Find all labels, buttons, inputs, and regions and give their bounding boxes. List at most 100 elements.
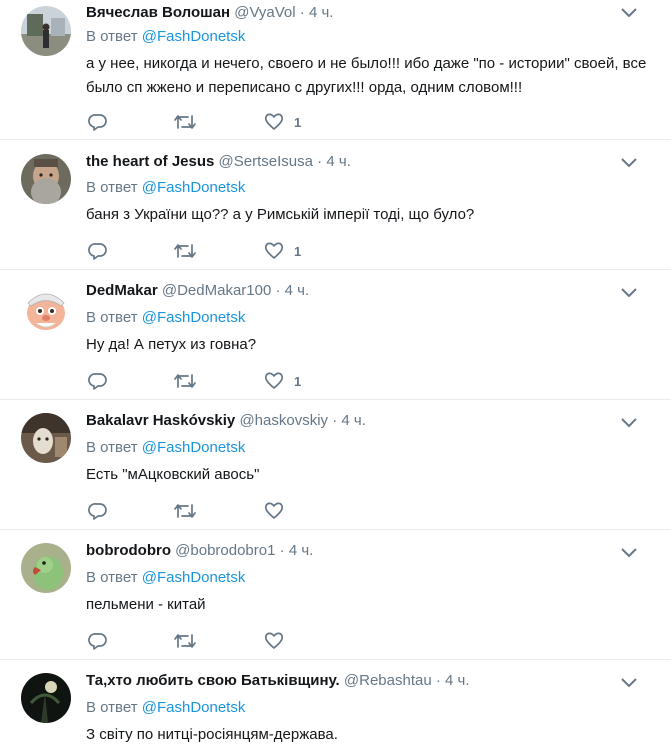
retweet-icon: [174, 631, 196, 651]
reply-icon: [88, 241, 108, 261]
reply-button[interactable]: [88, 500, 108, 522]
like-count: 1: [294, 114, 302, 130]
chevron-down-icon[interactable]: [620, 546, 638, 560]
tweet-actions: 1: [86, 370, 346, 392]
chevron-down-icon[interactable]: [620, 6, 638, 20]
author-handle[interactable]: @haskovskiy: [239, 412, 328, 429]
chevron-down-icon[interactable]: [620, 676, 638, 690]
tweet[interactable]: Вячеслав Волошан @VyaVol · 4 ч. В ответ …: [0, 0, 671, 140]
tweet[interactable]: DedMakar @DedMakar100 · 4 ч. В ответ @Fa…: [0, 270, 671, 400]
reply-context: В ответ @FashDonetsk: [86, 698, 245, 718]
like-button[interactable]: 1: [264, 111, 301, 133]
retweet-button[interactable]: [174, 240, 196, 262]
heart-icon: [264, 501, 284, 521]
avatar[interactable]: [21, 543, 71, 593]
like-count: 1: [294, 373, 302, 389]
author-name[interactable]: Вячеслав Волошан: [86, 4, 230, 21]
avatar[interactable]: [21, 6, 71, 56]
retweet-button[interactable]: [174, 111, 196, 133]
author-name[interactable]: Та,хто любить свою Батьківщину.: [86, 672, 340, 689]
retweet-icon: [174, 501, 196, 521]
author-handle[interactable]: @DedMakar100: [162, 282, 271, 299]
author-handle[interactable]: @SertseIsusa: [219, 153, 313, 170]
reply-prefix: В ответ: [86, 28, 138, 45]
reply-icon: [88, 631, 108, 651]
reply-mention[interactable]: @FashDonetsk: [142, 28, 246, 45]
chevron-down-icon[interactable]: [620, 286, 638, 300]
tweet[interactable]: the heart of Jesus @SertseIsusa · 4 ч. В…: [0, 140, 671, 270]
reply-button[interactable]: [88, 240, 108, 262]
author-handle[interactable]: @VyaVol: [234, 4, 295, 21]
reply-mention[interactable]: @FashDonetsk: [142, 569, 246, 586]
retweet-icon: [174, 112, 196, 132]
tweet-text: пельмени - китай: [86, 596, 206, 613]
tweet-actions: [86, 500, 346, 522]
reply-button[interactable]: [88, 630, 108, 652]
tweet[interactable]: Bakalavr Haskóvskiy @haskovskiy · 4 ч. В…: [0, 400, 671, 530]
heart-icon: [264, 371, 284, 391]
tweet-text: баня з України що?? а у Римській імперії…: [86, 206, 475, 223]
reply-mention[interactable]: @FashDonetsk: [142, 179, 246, 196]
timestamp[interactable]: 4 ч.: [309, 4, 334, 21]
separator-dot: ·: [275, 282, 281, 299]
avatar[interactable]: [21, 413, 71, 463]
separator-dot: ·: [317, 153, 323, 170]
tweet-actions: [86, 630, 346, 652]
reply-button[interactable]: [88, 370, 108, 392]
chevron-down-icon[interactable]: [620, 416, 638, 430]
retweet-button[interactable]: [174, 370, 196, 392]
tweet-actions: 1: [86, 240, 346, 262]
like-button[interactable]: [264, 630, 294, 652]
heart-icon: [264, 241, 284, 261]
author-handle[interactable]: @bobrodobro1: [175, 542, 275, 559]
reply-icon: [88, 501, 108, 521]
avatar[interactable]: [21, 673, 71, 723]
retweet-icon: [174, 371, 196, 391]
separator-dot: ·: [435, 672, 441, 689]
avatar[interactable]: [21, 154, 71, 204]
reply-prefix: В ответ: [86, 309, 138, 326]
author-handle[interactable]: @Rebashtau: [344, 672, 432, 689]
reply-mention[interactable]: @FashDonetsk: [142, 309, 246, 326]
tweet-text: а у нее, никогда и нечего, своего и не б…: [86, 55, 647, 96]
timestamp[interactable]: 4 ч.: [326, 153, 351, 170]
tweet[interactable]: bobrodobro @bobrodobro1 · 4 ч. В ответ @…: [0, 530, 671, 660]
retweet-button[interactable]: [174, 630, 196, 652]
reply-mention[interactable]: @FashDonetsk: [142, 699, 246, 716]
reply-icon: [88, 371, 108, 391]
reply-context: В ответ @FashDonetsk: [86, 568, 245, 588]
tweet[interactable]: Та,хто любить свою Батьківщину. @Rebasht…: [0, 660, 671, 754]
retweet-icon: [174, 241, 196, 261]
tweet-text: Есть "мАцковский авось": [86, 466, 260, 483]
heart-icon: [264, 631, 284, 651]
timestamp[interactable]: 4 ч.: [341, 412, 366, 429]
retweet-button[interactable]: [174, 500, 196, 522]
reply-mention[interactable]: @FashDonetsk: [142, 439, 246, 456]
avatar[interactable]: [21, 283, 71, 333]
timestamp[interactable]: 4 ч.: [289, 542, 314, 559]
reply-button[interactable]: [88, 111, 108, 133]
author-name[interactable]: the heart of Jesus: [86, 153, 214, 170]
tweet-text: Ну да! А петух из говна?: [86, 336, 257, 353]
separator-dot: ·: [299, 4, 305, 21]
author-name[interactable]: bobrodobro: [86, 542, 171, 559]
like-button[interactable]: [264, 500, 294, 522]
reply-prefix: В ответ: [86, 569, 138, 586]
like-button[interactable]: 1: [264, 240, 301, 262]
author-name[interactable]: Bakalavr Haskóvskiy: [86, 412, 235, 429]
chevron-down-icon[interactable]: [620, 156, 638, 170]
timestamp[interactable]: 4 ч.: [445, 672, 470, 689]
reply-context: В ответ @FashDonetsk: [86, 27, 245, 47]
timestamp[interactable]: 4 ч.: [285, 282, 310, 299]
like-button[interactable]: 1: [264, 370, 301, 392]
separator-dot: ·: [279, 542, 285, 559]
reply-context: В ответ @FashDonetsk: [86, 438, 245, 458]
tweet-actions: 1: [86, 111, 346, 133]
separator-dot: ·: [332, 412, 338, 429]
author-name[interactable]: DedMakar: [86, 282, 158, 299]
reply-icon: [88, 112, 108, 132]
reply-prefix: В ответ: [86, 179, 138, 196]
reply-prefix: В ответ: [86, 699, 138, 716]
reply-context: В ответ @FashDonetsk: [86, 178, 245, 198]
reply-context: В ответ @FashDonetsk: [86, 308, 245, 328]
